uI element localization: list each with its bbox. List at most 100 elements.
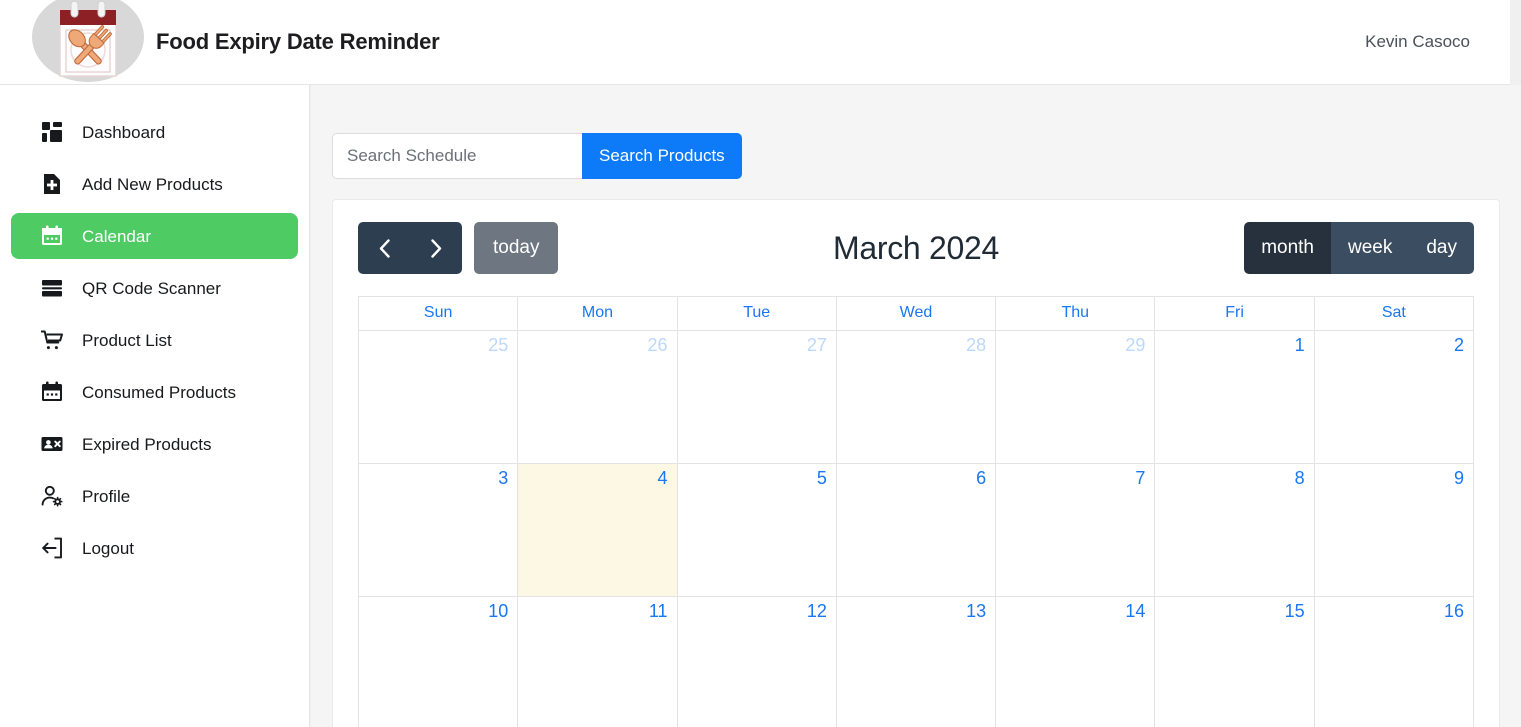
calendar-day-number: 29 [1125, 335, 1146, 355]
app-title: Food Expiry Date Reminder [156, 29, 440, 54]
calendar-day-number: 15 [1284, 601, 1305, 621]
dashboard-grid-icon [39, 119, 65, 145]
main-content: Search Products today March 2024 month w… [311, 85, 1521, 727]
calendar-day-header: Thu [996, 297, 1156, 330]
top-header-bar: Food Expiry Date Reminder Kevin Casoco [0, 0, 1510, 85]
calendar-day-cell[interactable]: 9 [1314, 464, 1473, 596]
calendar-day-number: 10 [488, 601, 509, 621]
calendar-day-number: 3 [498, 468, 509, 488]
calendar-day-cell[interactable]: 12 [677, 597, 837, 727]
calendar-day-header: Tue [678, 297, 837, 330]
calendar-day-cell[interactable]: 1 [1155, 331, 1315, 463]
calendar-today-button[interactable]: today [474, 222, 559, 274]
sidebar-item-dashboard[interactable]: Dashboard [11, 109, 298, 155]
sidebar-item-qr-code-scanner[interactable]: QR Code Scanner [11, 265, 298, 311]
calendar-day-cell[interactable]: 13 [836, 597, 997, 727]
sidebar-item-profile[interactable]: Profile [11, 473, 298, 519]
calendar-day-cell[interactable]: 3 [359, 464, 519, 596]
sidebar-item-label: Logout [82, 538, 134, 558]
calendar-view-day-button[interactable]: day [1409, 222, 1474, 274]
chevron-right-icon [430, 238, 441, 258]
calendar-day-cell[interactable]: 29 [996, 331, 1156, 463]
shopping-cart-icon [39, 327, 65, 353]
calendar-day-cell[interactable]: 28 [836, 331, 997, 463]
calendar-day-cell[interactable]: 15 [1155, 597, 1315, 727]
food-calendar-logo-icon [59, 0, 117, 77]
calendar-day-cell[interactable]: 10 [359, 597, 519, 727]
calendar-day-number: 5 [816, 468, 827, 488]
sidebar-item-label: QR Code Scanner [82, 278, 221, 298]
calendar-day-cell[interactable]: 8 [1155, 464, 1315, 596]
calendar-day-cell[interactable]: 25 [359, 331, 519, 463]
calendar-day-cell[interactable]: 14 [996, 597, 1156, 727]
sidebar-item-calendar[interactable]: Calendar [11, 213, 298, 259]
calendar-view-month-button[interactable]: month [1244, 222, 1331, 274]
calendar-toolbar: today March 2024 month week day [358, 222, 1474, 274]
sidebar-item-label: Product List [82, 330, 172, 350]
calendar-day-cell-today[interactable]: 4 [518, 464, 678, 596]
calendar-day-cell[interactable]: 6 [836, 464, 997, 596]
calendar-day-cell[interactable]: 2 [1314, 331, 1473, 463]
calendar-day-cell[interactable]: 7 [996, 464, 1156, 596]
sidebar-item-label: Profile [82, 486, 131, 506]
sidebar-item-expired-products[interactable]: Expired Products [11, 421, 298, 467]
calendar-day-number: 4 [657, 468, 668, 488]
calendar-day-number: 6 [976, 468, 987, 488]
sidebar-item-label: Consumed Products [82, 382, 237, 402]
calendar-nav-group [358, 222, 462, 274]
calendar-day-cell[interactable]: 11 [518, 597, 678, 727]
calendar-card: today March 2024 month week day Sun Mon … [332, 199, 1500, 727]
user-name-label[interactable]: Kevin Casoco [1365, 32, 1510, 52]
calendar-next-button[interactable] [410, 222, 462, 274]
calendar-day-cell[interactable]: 16 [1314, 597, 1473, 727]
sidebar-item-logout[interactable]: Logout [11, 525, 298, 571]
sidebar-item-label: Calendar [82, 226, 151, 246]
file-plus-icon [39, 171, 65, 197]
sidebar-item-label: Expired Products [82, 434, 212, 454]
calendar-day-header: Sat [1381, 304, 1406, 321]
logout-icon [39, 535, 65, 561]
sidebar-nav: Dashboard Add New Products Calendar QR C… [0, 85, 310, 727]
sidebar-item-add-new-products[interactable]: Add New Products [11, 161, 298, 207]
calendar-week-row: 25 26 27 28 29 1 2 [359, 331, 1473, 464]
calendar-day-header: Sun [359, 297, 519, 330]
calendar-day-cell[interactable]: 5 [677, 464, 837, 596]
calendar-day-header: Fri [1155, 297, 1315, 330]
calendar-day-cell[interactable]: 27 [677, 331, 837, 463]
calendar-icon [39, 379, 65, 405]
calendar-view-week-button[interactable]: week [1331, 222, 1410, 274]
sidebar-item-label: Add New Products [82, 174, 223, 194]
calendar-day-number: 12 [806, 601, 827, 621]
user-remove-icon [39, 431, 65, 457]
calendar-view-group: month week day [1244, 222, 1474, 274]
sidebar-item-product-list[interactable]: Product List [11, 317, 298, 363]
app-logo [32, 0, 144, 85]
chevron-left-icon [379, 238, 390, 258]
calendar-day-number: 14 [1125, 601, 1146, 621]
calendar-day-number: 27 [806, 335, 827, 355]
sidebar-item-consumed-products[interactable]: Consumed Products [11, 369, 298, 415]
search-bar: Search Products [332, 133, 742, 179]
calendar-day-number: 13 [966, 601, 987, 621]
calendar-day-header: Mon [518, 297, 678, 330]
calendar-day-number: 11 [648, 601, 668, 621]
calendar-week-row: 10 11 12 13 14 15 16 [359, 597, 1473, 727]
calendar-day-cell[interactable]: 26 [518, 331, 678, 463]
calendar-grid: Sun Mon Tue Wed Thu Fri Sat 25 26 27 28 … [358, 296, 1474, 727]
brand-block: Food Expiry Date Reminder [0, 0, 440, 85]
search-products-button[interactable]: Search Products [582, 133, 742, 179]
calendar-day-number: 1 [1294, 335, 1305, 355]
calendar-day-number: 25 [488, 335, 509, 355]
calendar-day-header-row: Sun Mon Tue Wed Thu Fri Sat [359, 297, 1473, 331]
barcode-icon [39, 275, 65, 301]
calendar-week-row: 3 4 5 6 7 8 9 [359, 464, 1473, 597]
calendar-day-header: Wed [837, 297, 997, 330]
calendar-prev-button[interactable] [358, 222, 410, 274]
calendar-day-number: 7 [1135, 468, 1146, 488]
user-settings-icon [39, 483, 65, 509]
calendar-day-number: 26 [647, 335, 668, 355]
app-root: Food Expiry Date Reminder Kevin Casoco D… [0, 0, 1521, 727]
sidebar-item-label: Dashboard [82, 122, 166, 142]
calendar-day-number: 8 [1294, 468, 1305, 488]
search-input[interactable] [332, 133, 582, 179]
